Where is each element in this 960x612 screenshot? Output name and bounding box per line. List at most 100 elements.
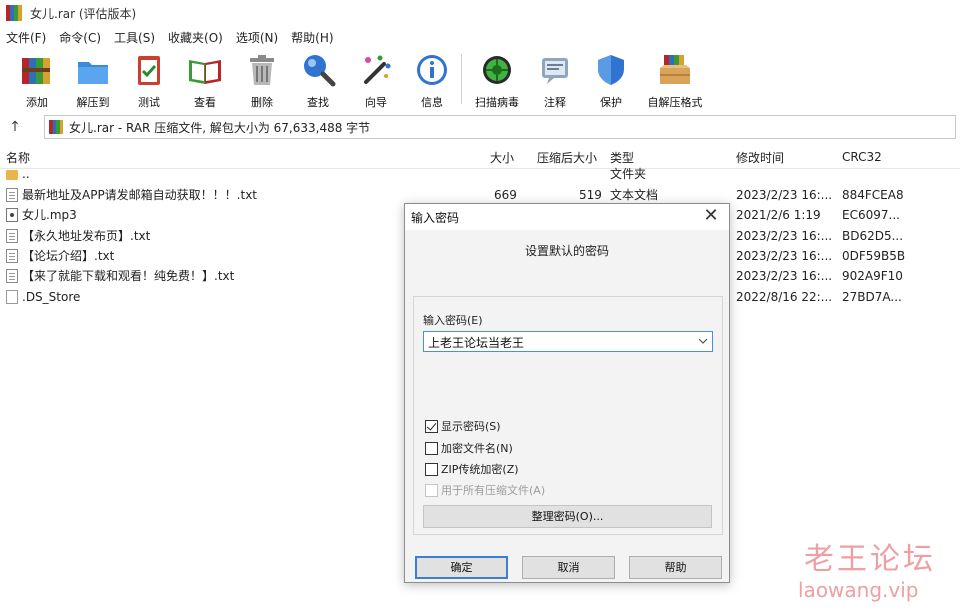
file-crc: 884FCEA8 [842, 188, 904, 202]
find-label: 查找 [307, 96, 329, 109]
file-modified: 2021/2/6 1:19 [736, 208, 821, 222]
file-name: .. [22, 167, 30, 181]
folder-icon [6, 170, 18, 180]
table-row[interactable]: 最新地址及APP请发邮箱自动获取！！！.txt 669 519 文本文档 202… [0, 185, 960, 205]
test-clipboard-icon [131, 52, 167, 88]
wizard-label: 向导 [365, 96, 387, 109]
password-input[interactable]: 上老王论坛当老王 [423, 331, 713, 352]
text-file-icon [6, 269, 18, 283]
file-modified: 2023/2/23 16:... [736, 188, 833, 202]
file-name: .DS_Store [22, 290, 81, 304]
menu-bar: 文件(F) 命令(C) 工具(S) 收藏夹(O) 选项(N) 帮助(H) [0, 26, 960, 48]
find-button[interactable]: 查找 [290, 50, 346, 110]
info-label: 信息 [421, 96, 443, 109]
virus-scan-button[interactable]: 扫描病毒 [469, 50, 525, 110]
add-books-icon [19, 52, 55, 88]
password-label: 输入密码(E) [423, 314, 483, 327]
test-button[interactable]: 测试 [121, 50, 177, 110]
encrypt-filenames-checkbox[interactable]: 加密文件名(N) [425, 439, 513, 457]
file-crc: BD62D5... [842, 229, 904, 243]
comment-label: 注释 [544, 96, 566, 109]
protect-button[interactable]: 保护 [583, 50, 639, 110]
view-label: 查看 [194, 96, 216, 109]
archive-path: 女儿.rar - RAR 压缩文件, 解包大小为 67,633,488 字节 [69, 120, 371, 135]
delete-button[interactable]: 删除 [234, 50, 290, 110]
file-modified: 2022/8/16 22:... [736, 290, 833, 304]
virus-scan-label: 扫描病毒 [475, 96, 519, 109]
comment-icon [537, 52, 573, 88]
file-name: 最新地址及APP请发邮箱自动获取！！！.txt [22, 188, 258, 202]
password-value: 上老王论坛当老王 [428, 336, 525, 350]
file-modified: 2023/2/23 16:... [736, 249, 833, 263]
use-for-all-label: 用于所有压缩文件(A) [441, 484, 546, 497]
menu-tools[interactable]: 工具(S) [114, 29, 155, 46]
password-dialog: 输入密码 ✕ 设置默认的密码 输入密码(E) 上老王论坛当老王 显示密码(S) … [404, 203, 730, 583]
file-name: 【永久地址发布页】.txt [22, 229, 151, 243]
path-box[interactable]: 女儿.rar - RAR 压缩文件, 解包大小为 67,633,488 字节 [44, 115, 956, 139]
help-button[interactable]: 帮助 [629, 556, 722, 579]
info-button[interactable]: 信息 [404, 50, 460, 110]
watermark-title: 老王论坛 [804, 542, 936, 577]
chevron-down-icon[interactable] [698, 336, 708, 346]
wizard-button[interactable]: 向导 [348, 50, 404, 110]
use-for-all-checkbox: 用于所有压缩文件(A) [425, 481, 545, 499]
add-button[interactable]: 添加 [9, 50, 65, 110]
menu-favorites[interactable]: 收藏夹(O) [168, 29, 223, 46]
file-name: 【来了就能下载和观看！纯免费！】.txt [22, 269, 235, 283]
test-label: 测试 [138, 96, 160, 109]
file-type: 文本文档 [610, 188, 659, 202]
show-password-checkbox[interactable]: 显示密码(S) [425, 417, 501, 435]
checkbox[interactable] [425, 462, 438, 476]
window-title: 女儿.rar (评估版本) [30, 6, 137, 21]
sfx-label: 自解压格式 [647, 96, 703, 109]
dialog-title: 输入密码 [411, 211, 460, 225]
extract-folder-icon [75, 52, 111, 88]
view-button[interactable]: 查看 [177, 50, 233, 110]
watermark-url: laowang.vip [798, 578, 919, 602]
menu-file[interactable]: 文件(F) [6, 29, 46, 46]
zip-legacy-label: ZIP传统加密(Z) [441, 463, 519, 476]
address-bar: ↑ 女儿.rar - RAR 压缩文件, 解包大小为 67,633,488 字节 [0, 114, 960, 140]
sfx-button[interactable]: 自解压格式 [647, 50, 703, 110]
text-file-icon [6, 229, 18, 243]
file-crc: 902A9F10 [842, 269, 903, 283]
comment-button[interactable]: 注释 [527, 50, 583, 110]
file-crc: EC6097... [842, 208, 900, 222]
trash-icon [244, 52, 280, 88]
file-modified: 2023/2/23 16:... [736, 229, 833, 243]
file-crc: 27BD7A... [842, 290, 902, 304]
table-row[interactable]: .. 文件夹 [0, 164, 960, 184]
menu-commands[interactable]: 命令(C) [59, 29, 101, 46]
shield-icon [593, 52, 629, 88]
organize-passwords-button[interactable]: 整理密码(O)... [423, 505, 712, 528]
file-size: 669 [494, 188, 517, 202]
magnifier-icon [300, 52, 336, 88]
extract-to-label: 解压到 [76, 96, 110, 109]
text-file-icon [6, 249, 18, 263]
file-packed: 519 [579, 188, 602, 202]
menu-options[interactable]: 选项(N) [236, 29, 278, 46]
protect-label: 保护 [600, 96, 622, 109]
winrar-books-icon [6, 5, 22, 21]
wizard-wand-icon [358, 52, 394, 88]
up-arrow-icon[interactable]: ↑ [0, 119, 30, 135]
info-icon [414, 52, 450, 88]
file-type: 文件夹 [610, 167, 647, 181]
toolbar: 添加 解压到 测试 查看 删除 查找 向导 信息 扫描病毒 注释 保护 自解压格… [0, 48, 960, 112]
virus-scan-icon [479, 52, 515, 88]
checkbox[interactable] [425, 441, 438, 455]
encrypt-filenames-label: 加密文件名(N) [441, 442, 513, 455]
ok-button[interactable]: 确定 [415, 556, 508, 579]
extract-to-button[interactable]: 解压到 [65, 50, 121, 110]
blank-file-icon [6, 290, 18, 304]
checkbox-checked[interactable] [425, 419, 438, 433]
show-password-label: 显示密码(S) [441, 420, 501, 433]
add-label: 添加 [26, 96, 48, 109]
delete-label: 删除 [251, 96, 273, 109]
view-book-icon [187, 52, 223, 88]
toolbar-separator [461, 54, 462, 104]
menu-help[interactable]: 帮助(H) [291, 29, 333, 46]
zip-legacy-checkbox[interactable]: ZIP传统加密(Z) [425, 460, 519, 478]
cancel-button[interactable]: 取消 [522, 556, 615, 579]
close-icon[interactable]: ✕ [701, 206, 721, 226]
